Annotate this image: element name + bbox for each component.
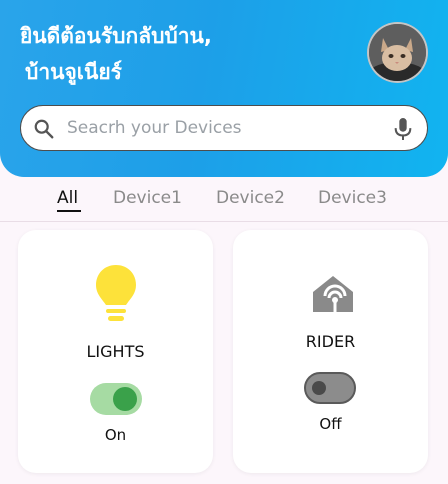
active-tab-indicator bbox=[57, 210, 81, 212]
power-toggle-off[interactable] bbox=[304, 372, 356, 404]
search-bar[interactable] bbox=[20, 105, 428, 151]
device-name: LIGHTS bbox=[86, 342, 145, 361]
tab-device3[interactable]: Device3 bbox=[318, 188, 387, 208]
toggle-knob bbox=[113, 387, 137, 411]
lightbulb-icon bbox=[96, 265, 136, 321]
tab-all[interactable]: All bbox=[57, 188, 78, 208]
device-card-lights[interactable]: LIGHTS On bbox=[18, 230, 213, 473]
greeting-line2: บ้านจูเนียร์ bbox=[25, 60, 122, 84]
tabs-divider bbox=[0, 221, 448, 222]
device-card-rider[interactable]: RIDER Off bbox=[233, 230, 428, 473]
toggle-knob bbox=[312, 381, 326, 395]
microphone-icon[interactable] bbox=[392, 117, 414, 141]
search-icon bbox=[34, 119, 54, 139]
header-banner: ยินดีต้อนรับกลับบ้าน, บ้านจูเนียร์ bbox=[0, 0, 448, 177]
device-tabs: All Device1 Device2 Device3 bbox=[0, 186, 448, 216]
device-name: RIDER bbox=[305, 332, 356, 351]
greeting-line1: ยินดีต้อนรับกลับบ้าน, bbox=[20, 24, 212, 48]
smart-home-icon bbox=[313, 276, 353, 312]
search-input[interactable] bbox=[67, 110, 387, 146]
tab-device1[interactable]: Device1 bbox=[113, 188, 182, 208]
tab-device2[interactable]: Device2 bbox=[216, 188, 285, 208]
cat-avatar-image bbox=[369, 24, 426, 81]
device-status: Off bbox=[319, 415, 342, 433]
power-toggle-on[interactable] bbox=[90, 383, 142, 415]
device-status: On bbox=[104, 426, 127, 444]
avatar[interactable] bbox=[367, 22, 428, 83]
